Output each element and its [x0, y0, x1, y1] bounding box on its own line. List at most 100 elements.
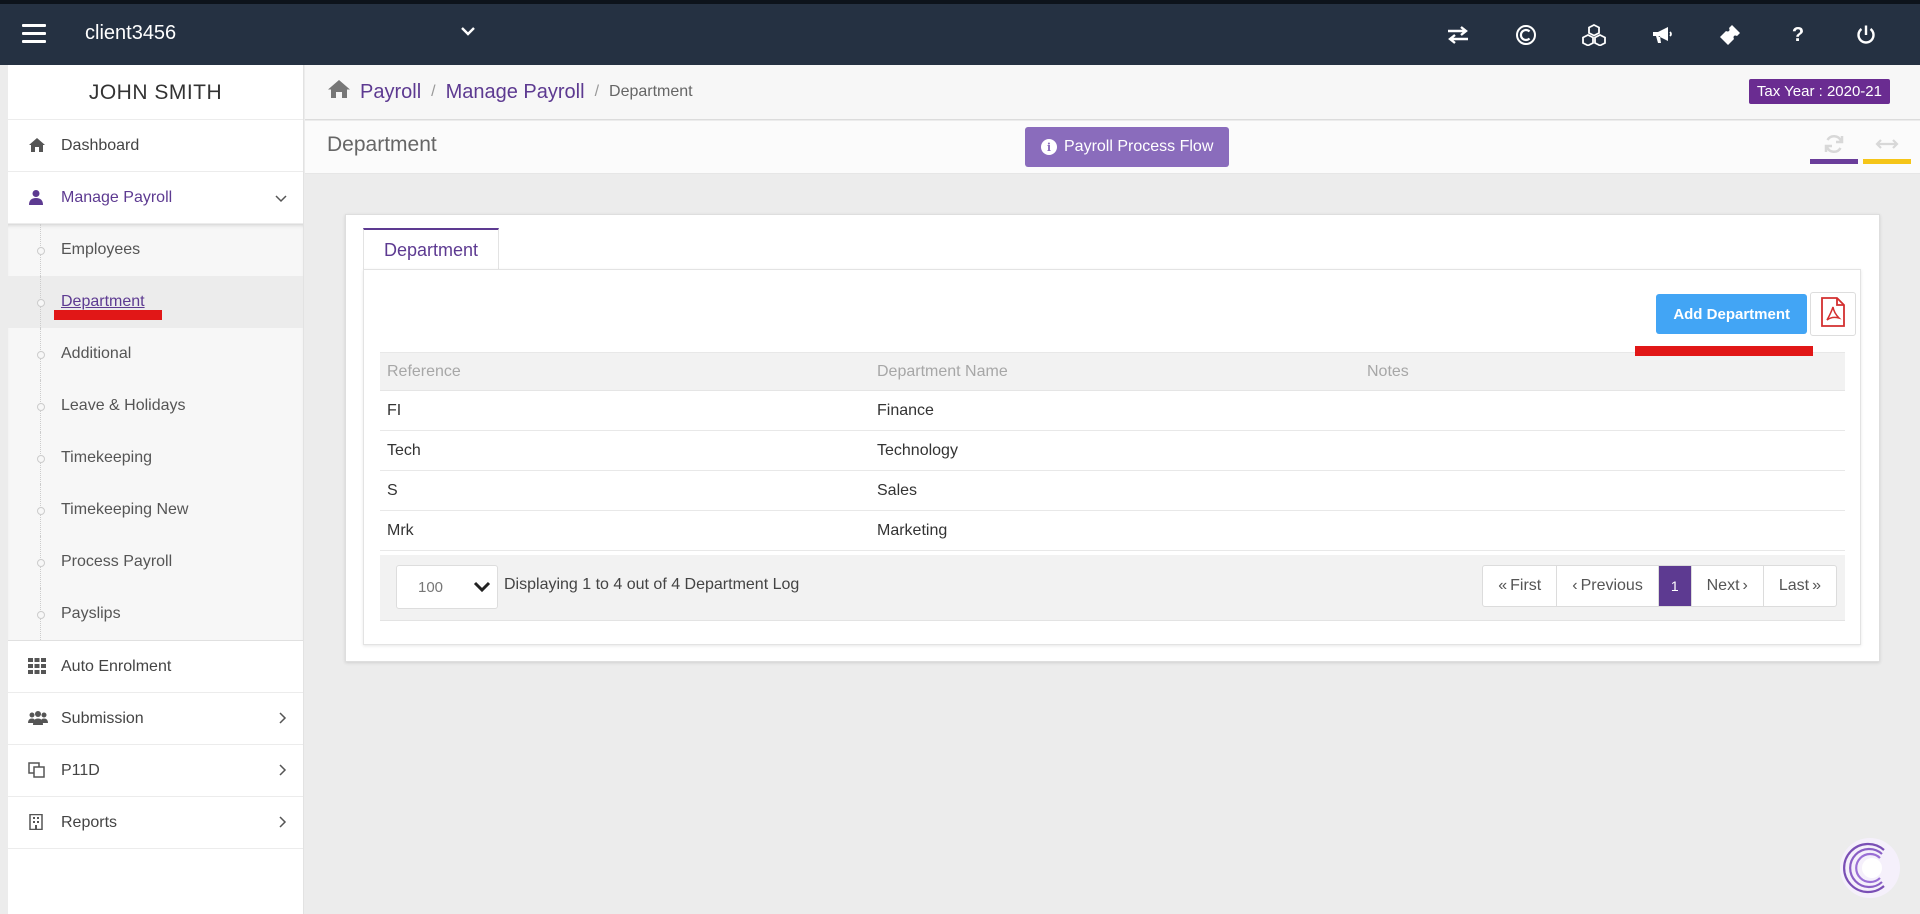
page-first-label: First: [1510, 577, 1542, 594]
subitem-label: Employees: [61, 241, 141, 258]
power-icon[interactable]: [1832, 18, 1900, 52]
sidebar-subitem-additional[interactable]: Additional: [8, 328, 303, 380]
table-row[interactable]: S Sales: [380, 470, 1845, 511]
sidebar-subitem-timekeeping[interactable]: Timekeeping: [8, 432, 303, 484]
switch-icon[interactable]: [1424, 18, 1492, 52]
chevron-down-icon[interactable]: [460, 24, 476, 42]
sidebar-item-submission[interactable]: Submission: [8, 693, 303, 745]
subitem-label: Payslips: [61, 605, 121, 622]
breadcrumb-separator: /: [594, 83, 600, 100]
top-navbar: client3456 ?: [0, 0, 1920, 65]
page-next-button[interactable]: Next ›: [1692, 566, 1764, 606]
copyright-icon[interactable]: [1492, 18, 1560, 52]
cell-notes: [1360, 430, 1845, 471]
subitem-label: Process Payroll: [61, 553, 173, 570]
subitem-label: Leave & Holidays: [61, 397, 186, 414]
column-header-notes[interactable]: Notes: [1360, 352, 1845, 391]
manage-payroll-submenu: Employees Department Additional Leave & …: [8, 224, 303, 641]
brand-logo-icon[interactable]: [1838, 836, 1902, 900]
page-last-button[interactable]: Last »: [1764, 566, 1836, 606]
copy-icon: [28, 762, 48, 780]
sidebar-item-auto-enrolment[interactable]: Auto Enrolment: [8, 641, 303, 693]
bullhorn-icon[interactable]: [1628, 18, 1696, 52]
ticket-icon[interactable]: [1696, 18, 1764, 52]
chevron-right-icon: [279, 711, 287, 729]
page-first-button[interactable]: « First: [1483, 566, 1558, 606]
sidebar-subitem-payslips[interactable]: Payslips: [8, 588, 303, 640]
sidebar-subitem-timekeeping-new[interactable]: Timekeeping New: [8, 484, 303, 536]
sidebar-item-dashboard[interactable]: Dashboard: [8, 120, 303, 172]
hamburger-menu-icon[interactable]: [22, 24, 46, 44]
subitem-label: Department: [61, 293, 145, 310]
cell-reference: S: [380, 470, 870, 511]
subitem-label: Timekeeping: [61, 449, 153, 466]
table-row[interactable]: Mrk Marketing: [380, 510, 1845, 551]
breadcrumb-separator: /: [431, 83, 436, 100]
chevron-left-icon: ‹: [1572, 577, 1578, 594]
sidebar: JOHN SMITH Dashboard Manage Payroll Empl…: [8, 65, 304, 914]
users-icon: [28, 710, 48, 728]
tab-content: Add Department Reference Department Name…: [363, 269, 1861, 645]
table-header-row: Reference Department Name Notes: [380, 352, 1845, 391]
client-selector-label[interactable]: client3456: [85, 22, 176, 45]
page-previous-button[interactable]: ‹ Previous: [1557, 566, 1659, 606]
sidebar-item-p11d[interactable]: P11D: [8, 745, 303, 797]
column-header-reference[interactable]: Reference: [380, 352, 870, 391]
subitem-label: Additional: [61, 345, 132, 362]
cell-reference: FI: [380, 390, 870, 431]
user-icon: [28, 189, 48, 207]
breadcrumb-manage-payroll[interactable]: Manage Payroll: [446, 81, 585, 104]
cell-department-name: Finance: [870, 390, 1360, 431]
table-row[interactable]: FI Finance: [380, 390, 1845, 431]
sidebar-subitem-employees[interactable]: Employees: [8, 224, 303, 276]
tab-department[interactable]: Department: [363, 228, 500, 270]
tax-year-badge[interactable]: Tax Year : 2020-21: [1748, 79, 1890, 104]
cell-notes: [1360, 390, 1845, 431]
sidebar-subitem-process-payroll[interactable]: Process Payroll: [8, 536, 303, 588]
cubes-icon[interactable]: [1560, 18, 1628, 52]
sidebar-item-label: Reports: [61, 813, 118, 831]
pdf-export-button[interactable]: [1810, 292, 1856, 336]
flow-button-label: Payroll Process Flow: [1064, 138, 1214, 155]
help-icon[interactable]: ?: [1764, 18, 1832, 52]
chevron-right-icon: [279, 763, 287, 781]
sidebar-item-label: Manage Payroll: [61, 188, 173, 206]
sidebar-item-manage-payroll[interactable]: Manage Payroll: [8, 172, 303, 224]
annotation-underline: [1635, 346, 1813, 356]
refresh-indicator-bar: [1810, 159, 1858, 164]
table-row[interactable]: Tech Technology: [380, 430, 1845, 471]
sidebar-subitem-leave-holidays[interactable]: Leave & Holidays: [8, 380, 303, 432]
add-department-button[interactable]: Add Department: [1656, 294, 1807, 334]
expand-indicator-bar: [1863, 159, 1911, 164]
page-number-button[interactable]: 1: [1658, 566, 1692, 606]
info-icon: i: [1041, 139, 1057, 155]
cell-notes: [1360, 470, 1845, 511]
payroll-process-flow-button[interactable]: i Payroll Process Flow: [1025, 127, 1230, 167]
annotation-underline: [54, 310, 162, 320]
sidebar-item-label: P11D: [61, 761, 100, 779]
sidebar-item-reports[interactable]: Reports: [8, 797, 303, 849]
sidebar-subitem-department[interactable]: Department: [8, 276, 303, 328]
home-icon[interactable]: [327, 79, 351, 105]
cell-reference: Mrk: [380, 510, 870, 551]
sidebar-item-label: Submission: [61, 709, 144, 727]
breadcrumb: Payroll / Manage Payroll / Department: [327, 79, 693, 105]
tab-strip: Department: [363, 228, 500, 270]
cell-notes: [1360, 510, 1845, 551]
double-chevron-left-icon: «: [1498, 577, 1508, 594]
double-chevron-right-icon: »: [1812, 577, 1821, 594]
expand-horizontal-icon[interactable]: [1863, 129, 1911, 164]
department-table: Reference Department Name Notes FI Finan…: [380, 352, 1845, 551]
record-count-text: Displaying 1 to 4 out of 4 Department Lo…: [504, 576, 800, 593]
home-icon: [28, 137, 48, 155]
breadcrumb-payroll[interactable]: Payroll: [360, 81, 421, 104]
chevron-right-icon: [279, 815, 287, 833]
subitem-label: Timekeeping New: [61, 501, 189, 518]
cell-department-name: Sales: [870, 470, 1360, 511]
cell-department-name: Technology: [870, 430, 1360, 471]
column-header-department-name[interactable]: Department Name: [870, 352, 1360, 391]
department-panel: Department Add Department Reference Depa…: [345, 214, 1880, 662]
per-page-select[interactable]: 100: [396, 565, 498, 609]
refresh-icon[interactable]: [1810, 129, 1858, 164]
file-pdf-icon: [1820, 296, 1846, 332]
